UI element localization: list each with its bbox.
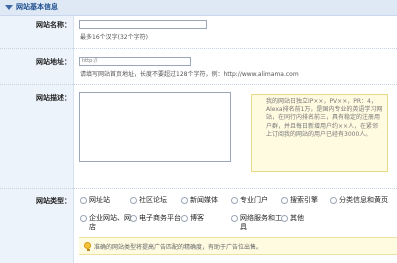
description-tip-box: 我的网站日独立IP××，PV××，PR：4，Alexa排名前1万，是国内专业的英… xyxy=(251,94,388,172)
radio-fenlei[interactable] xyxy=(330,197,337,204)
option-label[interactable]: 网络服务和工具 xyxy=(240,214,282,231)
type-tip-text: 准确的网站类型将提高广告匹配的精确度，有助于广告位出售。 xyxy=(94,244,263,251)
row-divider xyxy=(0,188,397,189)
site-url-placeholder: http:// xyxy=(82,58,98,64)
option-label[interactable]: 新闻媒体 xyxy=(190,196,218,205)
radio-qita[interactable] xyxy=(281,215,288,222)
radio-boke[interactable] xyxy=(181,215,188,222)
section-header[interactable]: 网站基本信息 xyxy=(0,0,397,16)
option-label[interactable]: 博客 xyxy=(190,214,204,223)
option-label[interactable]: 电子商务平台 xyxy=(139,214,183,223)
row-divider xyxy=(0,84,397,85)
site-name-label: 网站名称： xyxy=(36,21,71,29)
option-label[interactable]: 企业网站、网店 xyxy=(89,214,131,231)
radio-shequ[interactable] xyxy=(130,197,137,204)
radio-qiye[interactable] xyxy=(80,215,87,222)
section-title: 网站基本信息 xyxy=(16,3,58,11)
site-url-hint: 请填写网站首页地址，长度不要超过128个字符，例：http://www.alim… xyxy=(80,71,299,78)
collapse-arrow-icon[interactable] xyxy=(5,5,13,10)
type-tip-box: 准确的网站类型将提高广告匹配的精确度，有助于广告位出售。 xyxy=(79,237,397,255)
option-label[interactable]: 网址站 xyxy=(89,196,110,205)
radio-sousuo[interactable] xyxy=(281,197,288,204)
option-label[interactable]: 分类信息和黄页 xyxy=(339,196,395,205)
site-name-input[interactable] xyxy=(79,20,207,29)
option-label[interactable]: 社区论坛 xyxy=(139,196,167,205)
option-label[interactable]: 其他 xyxy=(290,214,304,223)
site-description-label: 网站描述： xyxy=(36,94,71,102)
site-name-hint: 最多16个汉字(32个字符) xyxy=(80,34,148,41)
site-type-label: 网站类型： xyxy=(36,197,71,205)
label-column xyxy=(0,16,74,263)
site-description-textarea[interactable] xyxy=(79,92,231,162)
radio-zhuanye[interactable] xyxy=(231,197,238,204)
radio-xinwen[interactable] xyxy=(181,197,188,204)
row-divider xyxy=(0,48,397,49)
radio-wangluo[interactable] xyxy=(231,215,238,222)
lightbulb-icon xyxy=(84,242,91,251)
radio-wangzhi[interactable] xyxy=(80,197,87,204)
site-url-input[interactable]: http:// xyxy=(79,57,191,66)
site-url-label: 网站地址： xyxy=(36,58,71,66)
option-label[interactable]: 搜索引擎 xyxy=(290,196,318,205)
option-label[interactable]: 专业门户 xyxy=(240,196,268,205)
radio-dianzi[interactable] xyxy=(130,215,137,222)
